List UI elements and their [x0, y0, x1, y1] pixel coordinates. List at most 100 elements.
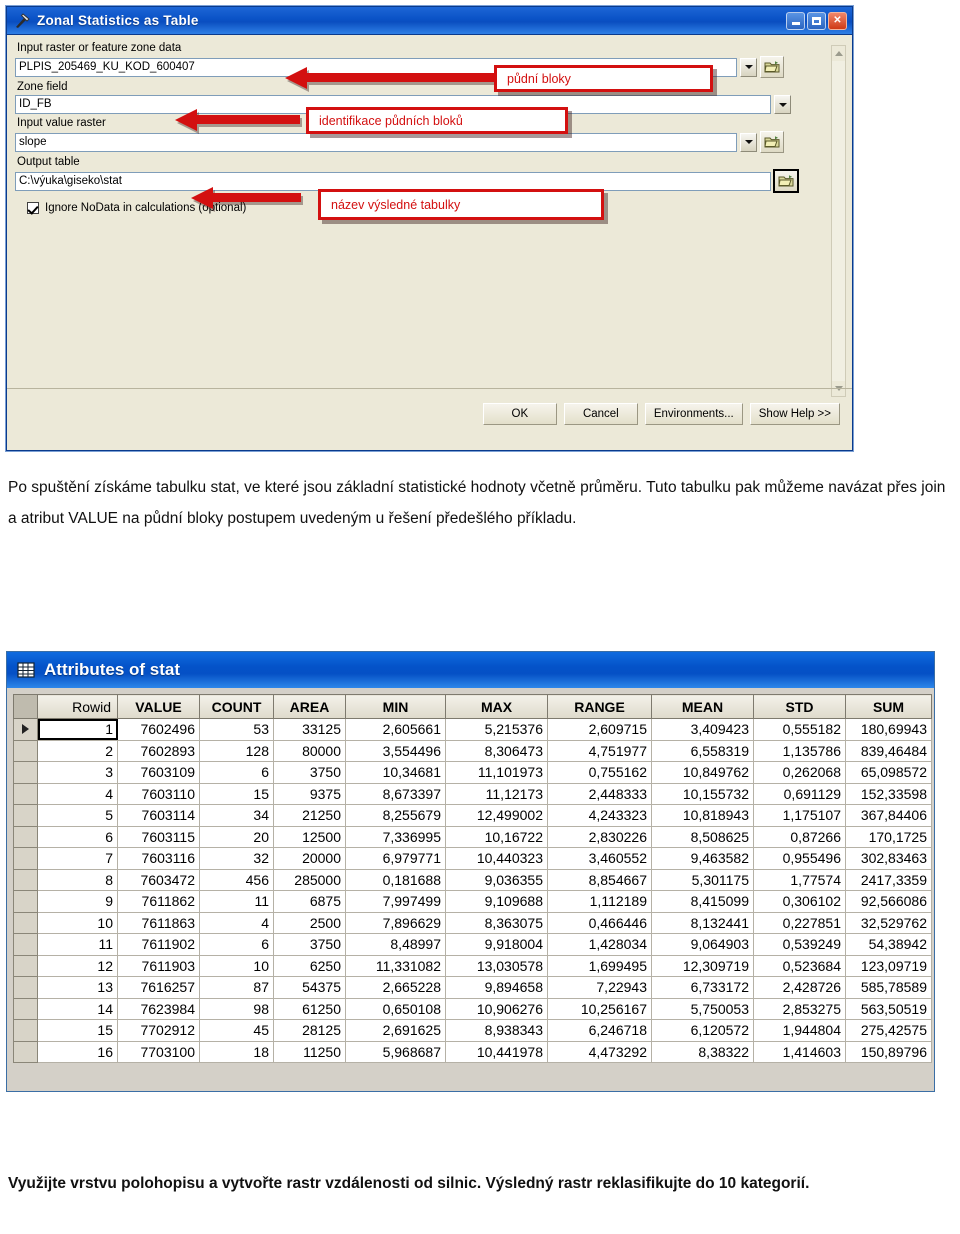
cell-mean[interactable]: 9,064903 — [651, 933, 754, 956]
cell-sum[interactable]: 170,1725 — [845, 825, 932, 848]
cell-count[interactable]: 45 — [199, 1019, 274, 1042]
row-selector-cell[interactable] — [13, 782, 38, 805]
cell-range[interactable]: 0,755162 — [547, 761, 652, 784]
row-selector-cell[interactable] — [13, 804, 38, 827]
cell-mean[interactable]: 10,818943 — [651, 804, 754, 827]
row-selector-cell[interactable] — [13, 761, 38, 784]
cell-sum[interactable]: 563,50519 — [845, 997, 932, 1020]
cell-min[interactable]: 0,650108 — [345, 997, 446, 1020]
cell-max[interactable]: 8,306473 — [445, 739, 548, 762]
table-row[interactable]: 5 7603114 34 21250 8,255679 12,499002 4,243323… — [13, 804, 932, 827]
table-row[interactable]: 9 7611862 11 6875 7,997499 9,109688 1,112189 8,… — [13, 890, 932, 913]
cell-area[interactable]: 80000 — [273, 739, 346, 762]
cell-rowid[interactable]: 4 — [37, 782, 118, 805]
cell-rowid[interactable]: 14 — [37, 997, 118, 1020]
column-header-mean[interactable]: MEAN — [651, 694, 754, 719]
cell-area[interactable]: 2500 — [273, 911, 346, 934]
cell-max[interactable]: 8,938343 — [445, 1019, 548, 1042]
column-header-sum[interactable]: SUM — [845, 694, 932, 719]
row-selector-cell[interactable] — [13, 1019, 38, 1042]
cell-rowid[interactable]: 9 — [37, 890, 118, 913]
cell-sum[interactable]: 65,098572 — [845, 761, 932, 784]
row-selector-cell[interactable] — [13, 718, 38, 741]
cell-value[interactable]: 7603115 — [117, 825, 200, 848]
cell-count[interactable]: 6 — [199, 933, 274, 956]
cell-max[interactable]: 9,109688 — [445, 890, 548, 913]
cell-rowid[interactable]: 7 — [37, 847, 118, 870]
cell-min[interactable]: 7,896629 — [345, 911, 446, 934]
cell-range[interactable]: 7,22943 — [547, 976, 652, 999]
cell-count[interactable]: 10 — [199, 954, 274, 977]
row-selector-cell[interactable] — [13, 739, 38, 762]
cell-area[interactable]: 54375 — [273, 976, 346, 999]
cell-range[interactable]: 2,448333 — [547, 782, 652, 805]
cell-min[interactable]: 8,673397 — [345, 782, 446, 805]
cell-value[interactable]: 7623984 — [117, 997, 200, 1020]
maximize-button[interactable] — [807, 11, 826, 30]
row-selector-cell[interactable] — [13, 890, 38, 913]
cell-min[interactable]: 0,181688 — [345, 868, 446, 891]
cell-std[interactable]: 1,414603 — [753, 1040, 846, 1063]
cell-area[interactable]: 285000 — [273, 868, 346, 891]
cell-value[interactable]: 7611863 — [117, 911, 200, 934]
cell-area[interactable]: 21250 — [273, 804, 346, 827]
cell-min[interactable]: 3,554496 — [345, 739, 446, 762]
close-icon[interactable]: ✕ — [828, 11, 847, 30]
cell-value[interactable]: 7603114 — [117, 804, 200, 827]
cell-min[interactable]: 2,691625 — [345, 1019, 446, 1042]
cell-range[interactable]: 3,460552 — [547, 847, 652, 870]
cell-max[interactable]: 9,036355 — [445, 868, 548, 891]
column-header-area[interactable]: AREA — [273, 694, 346, 719]
minimize-button[interactable] — [786, 11, 805, 30]
cell-area[interactable]: 20000 — [273, 847, 346, 870]
column-header-value[interactable]: VALUE — [117, 694, 200, 719]
cell-area[interactable]: 28125 — [273, 1019, 346, 1042]
cell-sum[interactable]: 54,38942 — [845, 933, 932, 956]
cell-sum[interactable]: 585,78589 — [845, 976, 932, 999]
row-selector-cell[interactable] — [13, 868, 38, 891]
chevron-down-icon[interactable] — [774, 95, 791, 114]
cell-range[interactable]: 1,699495 — [547, 954, 652, 977]
cell-value[interactable]: 7616257 — [117, 976, 200, 999]
cell-range[interactable]: 1,112189 — [547, 890, 652, 913]
cell-std[interactable]: 0,555182 — [753, 718, 846, 741]
cell-std[interactable]: 0,227851 — [753, 911, 846, 934]
cell-area[interactable]: 6250 — [273, 954, 346, 977]
cell-value[interactable]: 7611902 — [117, 933, 200, 956]
cell-mean[interactable]: 8,132441 — [651, 911, 754, 934]
cell-count[interactable]: 11 — [199, 890, 274, 913]
cell-min[interactable]: 7,336995 — [345, 825, 446, 848]
table-row[interactable]: 1 7602496 53 33125 2,605661 5,215376 2,609715 3… — [13, 718, 932, 741]
cell-count[interactable]: 456 — [199, 868, 274, 891]
column-header-std[interactable]: STD — [753, 694, 846, 719]
cell-max[interactable]: 8,363075 — [445, 911, 548, 934]
column-header-min[interactable]: MIN — [345, 694, 446, 719]
cell-std[interactable]: 0,691129 — [753, 782, 846, 805]
dialog-vertical-scrollbar[interactable] — [831, 45, 846, 397]
cell-count[interactable]: 32 — [199, 847, 274, 870]
table-row[interactable]: 14 7623984 98 61250 0,650108 10,906276 10,2561… — [13, 997, 932, 1020]
cell-rowid[interactable]: 11 — [37, 933, 118, 956]
table-row[interactable]: 12 7611903 10 6250 11,331082 13,030578 1,69949… — [13, 954, 932, 977]
cell-max[interactable]: 10,16722 — [445, 825, 548, 848]
cell-range[interactable]: 10,256167 — [547, 997, 652, 1020]
cell-min[interactable]: 11,331082 — [345, 954, 446, 977]
cell-max[interactable]: 10,906276 — [445, 997, 548, 1020]
cell-max[interactable]: 13,030578 — [445, 954, 548, 977]
cell-min[interactable]: 7,997499 — [345, 890, 446, 913]
input-value-raster-field[interactable]: slope — [15, 132, 737, 152]
cell-rowid[interactable]: 8 — [37, 868, 118, 891]
cell-value[interactable]: 7702912 — [117, 1019, 200, 1042]
cell-value[interactable]: 7611903 — [117, 954, 200, 977]
table-row[interactable]: 15 7702912 45 28125 2,691625 8,938343 6,246718… — [13, 1019, 932, 1042]
cell-area[interactable]: 9375 — [273, 782, 346, 805]
ok-button[interactable]: OK — [482, 402, 557, 425]
cell-sum[interactable]: 275,42575 — [845, 1019, 932, 1042]
cell-std[interactable]: 1,77574 — [753, 868, 846, 891]
row-selector-cell[interactable] — [13, 1040, 38, 1063]
cell-std[interactable]: 0,306102 — [753, 890, 846, 913]
cell-mean[interactable]: 6,120572 — [651, 1019, 754, 1042]
browse-folder-icon-1[interactable] — [760, 56, 784, 78]
cell-sum[interactable]: 152,33598 — [845, 782, 932, 805]
row-selector-cell[interactable] — [13, 933, 38, 956]
